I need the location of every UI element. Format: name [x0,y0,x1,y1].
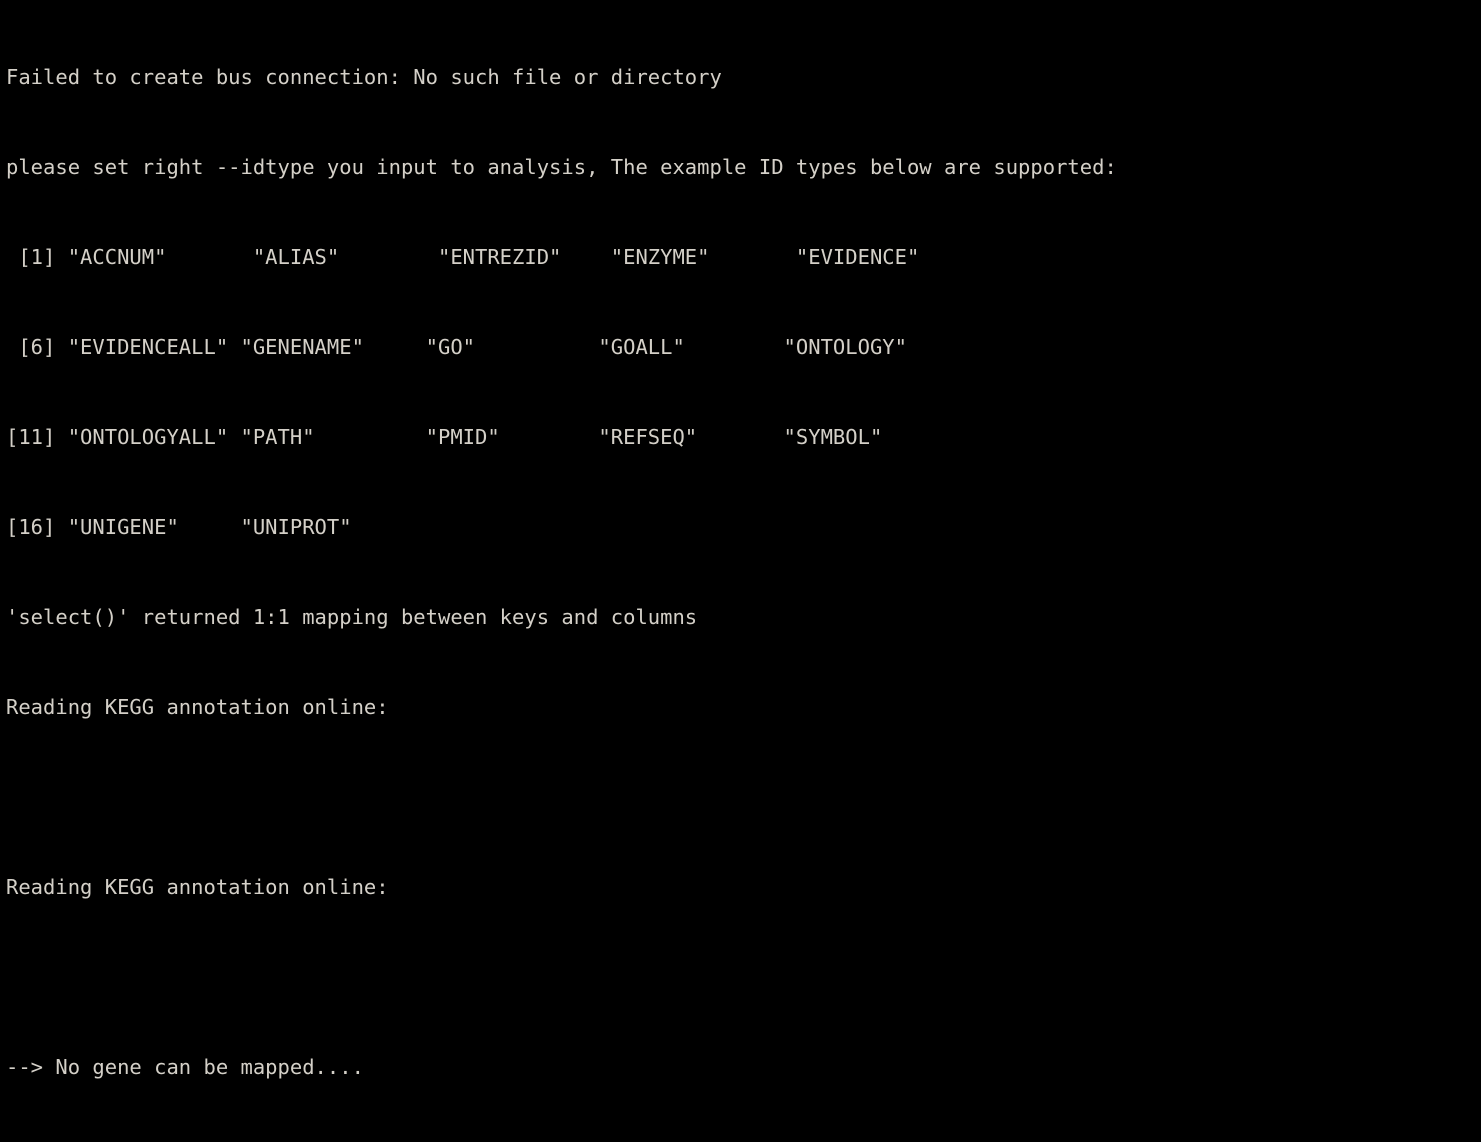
terminal-line: please set right --idtype you input to a… [6,155,1117,179]
terminal-line: Failed to create bus connection: No such… [6,65,722,89]
terminal-line: [6] "EVIDENCEALL" "GENENAME" "GO" "GOALL… [6,335,907,359]
terminal-line: [16] "UNIGENE" "UNIPROT" [6,515,352,539]
terminal-line: 'select()' returned 1:1 mapping between … [6,605,698,629]
terminal-line: --> No gene can be mapped.... [6,1055,364,1079]
terminal-line: Reading KEGG annotation online: [6,695,389,719]
terminal-line: Reading KEGG annotation online: [6,875,389,899]
terminal-line: [11] "ONTOLOGYALL" "PATH" "PMID" "REFSEQ… [6,425,883,449]
terminal-output-pane[interactable]: Failed to create bus connection: No such… [0,0,1481,1079]
terminal-line: [1] "ACCNUM" "ALIAS" "ENTREZID" "ENZYME"… [6,245,920,269]
